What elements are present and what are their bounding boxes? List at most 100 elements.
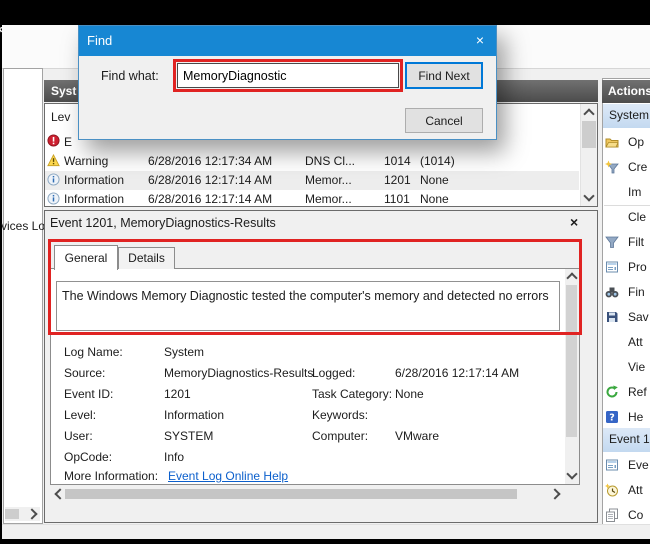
scrollbar-thumb[interactable]: [566, 285, 577, 437]
event-viewer-screenshot: * vices Lo Syst Lev E Warning 6/28/2016 …: [0, 0, 650, 544]
action-event-properties[interactable]: Eve: [628, 458, 650, 472]
action-attach-task-event[interactable]: Att: [628, 483, 650, 497]
find-what-input[interactable]: [177, 63, 399, 88]
event-row-taskcat[interactable]: (1014): [420, 154, 455, 168]
logged-label: Logged:: [312, 366, 355, 380]
action-import-custom-view[interactable]: Im: [628, 185, 650, 199]
event-properties-icon: [605, 458, 619, 472]
scrollbar-thumb[interactable]: [582, 121, 596, 148]
tree-scrollbar-thumb[interactable]: [5, 509, 19, 519]
cancel-button[interactable]: Cancel: [405, 108, 483, 133]
open-saved-log-icon: [605, 135, 619, 149]
find-dialog-title: Find: [87, 33, 112, 48]
task-category-label: Task Category:: [312, 387, 392, 401]
action-filter-current-log[interactable]: Filt: [628, 235, 650, 249]
event-row-taskcat[interactable]: None: [420, 192, 449, 206]
action-view[interactable]: Vie: [628, 360, 650, 374]
actions-separator: [604, 205, 650, 206]
create-custom-view-icon: [605, 160, 619, 174]
dialog-close-icon[interactable]: ×: [476, 32, 484, 48]
find-binoculars-icon: [605, 285, 619, 299]
error-icon: [47, 134, 60, 147]
action-find[interactable]: Fin: [628, 285, 650, 299]
event-row-level[interactable]: Information: [64, 192, 124, 206]
action-help[interactable]: He: [628, 410, 650, 424]
details-vertical-scrollbar[interactable]: [565, 269, 579, 484]
event-row-id[interactable]: 1101: [384, 192, 410, 206]
event-id-value: 1201: [164, 387, 191, 401]
opcode-label: OpCode:: [64, 450, 112, 464]
help-icon: ?: [605, 410, 619, 424]
event-row-taskcat[interactable]: None: [420, 173, 449, 187]
info-icon: [47, 173, 60, 186]
filter-icon: [605, 235, 619, 249]
action-open-saved-log[interactable]: Op: [628, 135, 650, 149]
event-row-datetime[interactable]: 6/28/2016 12:17:34 AM: [148, 154, 272, 168]
opcode-value: Info: [164, 450, 184, 464]
action-clear-log[interactable]: Cle: [628, 210, 650, 224]
keywords-label: Keywords:: [312, 408, 368, 422]
event-row-datetime[interactable]: 6/28/2016 12:17:14 AM: [148, 173, 272, 187]
event-id-label: Event ID:: [64, 387, 113, 401]
event-row-id[interactable]: 1201: [384, 173, 411, 187]
find-dialog: Find × Find what: Find Next Cancel: [78, 25, 497, 140]
scroll-down-icon[interactable]: [566, 468, 577, 479]
scroll-up-icon[interactable]: [566, 272, 577, 283]
tree-horizontal-scrollbar[interactable]: [5, 507, 40, 521]
event-row-level[interactable]: Information: [64, 173, 124, 187]
log-name-value: System: [164, 345, 204, 359]
find-next-button[interactable]: Find Next: [405, 62, 483, 89]
event-row-source[interactable]: DNS Cl...: [305, 154, 355, 168]
action-properties[interactable]: Pro: [628, 260, 650, 274]
details-close-icon[interactable]: ×: [570, 214, 578, 230]
action-refresh[interactable]: Ref: [628, 385, 650, 399]
event-message: The Windows Memory Diagnostic tested the…: [62, 289, 549, 303]
scroll-left-icon[interactable]: [54, 488, 65, 499]
level-label: Level:: [64, 408, 96, 422]
status-strip: [2, 524, 650, 539]
event-row-error[interactable]: E: [64, 135, 72, 149]
event-row-source[interactable]: Memor...: [305, 192, 352, 206]
more-info-label: More Information:: [64, 469, 158, 483]
event-log-online-help-link[interactable]: Event Log Online Help: [168, 469, 288, 483]
warning-icon: [47, 154, 60, 167]
event-row-level[interactable]: Warning: [64, 154, 108, 168]
actions-title: Actions: [608, 84, 650, 98]
event-list-scrollbar[interactable]: [580, 104, 597, 206]
section-label: Event 1,: [609, 432, 650, 446]
actions-panel-header: Actions: [602, 80, 650, 103]
logged-value: 6/28/2016 12:17:14 AM: [395, 366, 519, 380]
action-attach-task-log[interactable]: Att: [628, 335, 650, 349]
tab-general[interactable]: General: [54, 245, 118, 270]
scroll-right-icon[interactable]: [549, 488, 560, 499]
source-value: MemoryDiagnostics-Results: [164, 366, 313, 380]
event-row-id[interactable]: 1014: [384, 154, 411, 168]
tree-item-fragment[interactable]: vices Lo: [1, 219, 45, 233]
event-details-title: Event 1201, MemoryDiagnostics-Results: [50, 216, 276, 230]
action-save-events[interactable]: Sav: [628, 310, 650, 324]
event-row-source[interactable]: Memor...: [305, 173, 352, 187]
details-horizontal-scrollbar[interactable]: [51, 487, 565, 501]
action-create-custom-view[interactable]: Cre: [628, 160, 650, 174]
user-label: User:: [64, 429, 93, 443]
refresh-icon: [605, 385, 619, 399]
action-copy[interactable]: Co: [628, 508, 650, 522]
user-value: SYSTEM: [164, 429, 213, 443]
actions-section-system[interactable]: System: [603, 104, 650, 129]
find-dialog-titlebar[interactable]: Find ×: [79, 26, 496, 56]
event-row-datetime[interactable]: 6/28/2016 12:17:14 AM: [148, 192, 272, 206]
scroll-down-icon[interactable]: [583, 190, 594, 201]
info-icon: [47, 192, 60, 205]
properties-icon: [605, 260, 619, 274]
console-tree-panel[interactable]: vices Lo: [3, 68, 43, 524]
actions-section-event[interactable]: Event 1,: [603, 428, 650, 453]
scroll-up-icon[interactable]: [583, 108, 594, 119]
tree-scroll-right-icon[interactable]: [26, 508, 37, 519]
source-label: Source:: [64, 366, 105, 380]
log-name-label: Log Name:: [64, 345, 123, 359]
svg-text:?: ?: [609, 413, 615, 424]
column-header-level[interactable]: Lev: [51, 110, 70, 124]
scrollbar-thumb[interactable]: [65, 489, 517, 499]
copy-icon: [605, 508, 619, 522]
tab-details[interactable]: Details: [118, 247, 175, 269]
